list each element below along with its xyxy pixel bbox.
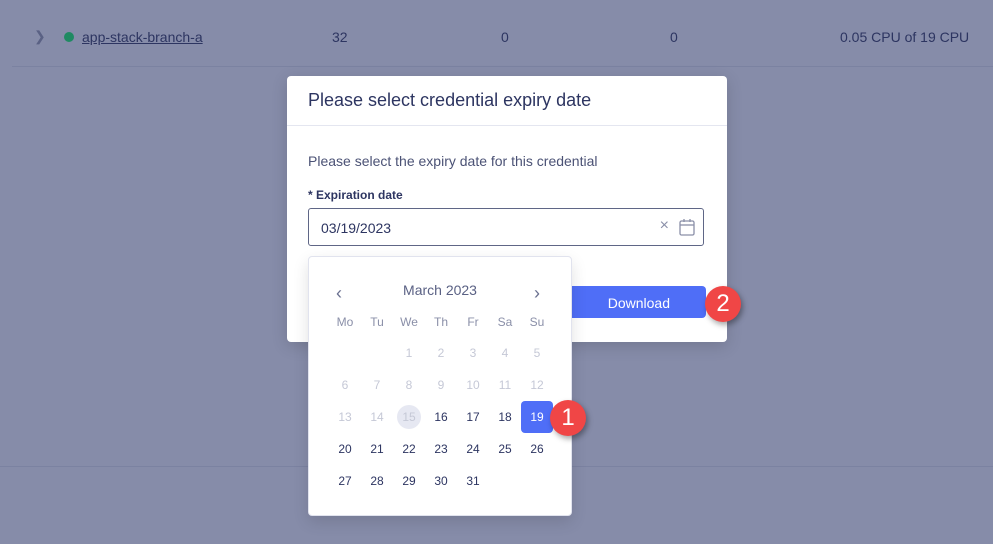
calendar-day[interactable]: 22 — [393, 437, 425, 461]
calendar-day: 9 — [437, 378, 445, 392]
expiration-date-input[interactable]: 03/19/2023 × — [308, 208, 704, 246]
calendar-day: 12 — [530, 378, 544, 392]
expiration-date-label: * Expiration date — [308, 188, 403, 202]
calendar-day: 2 — [437, 346, 445, 360]
next-month-icon[interactable]: › — [534, 283, 540, 304]
calendar-day[interactable]: 30 — [425, 469, 457, 493]
calendar-day: 5 — [533, 346, 541, 360]
modal-description: Please select the expiry date for this c… — [308, 153, 598, 169]
calendar-day[interactable]: 26 — [521, 437, 553, 461]
calendar-day: 1 — [405, 346, 413, 360]
modal-title: Please select credential expiry date — [308, 90, 592, 110]
calendar-day: 10 — [466, 378, 480, 392]
calendar-day[interactable]: 25 — [489, 437, 521, 461]
calendar-day: 8 — [405, 378, 413, 392]
modal-header: Please select credential expiry date — [287, 76, 727, 126]
date-value[interactable]: 03/19/2023 — [321, 220, 391, 236]
calendar-day: 15 — [397, 405, 421, 429]
month-title[interactable]: March 2023 — [309, 282, 571, 298]
weekday-header: Mo Tu We Th Fr Sa Su — [329, 315, 553, 329]
table-row: ❯ app-stack-branch-a 32 0 0 0.05 CPU of … — [12, 0, 993, 67]
date-picker-dropdown: ‹ March 2023 › Mo Tu We Th Fr Sa Su 1234… — [308, 256, 572, 516]
annotation-badge-1: 1 — [550, 400, 586, 436]
calendar-day[interactable]: 27 — [329, 469, 361, 493]
calendar-day: 7 — [373, 378, 381, 392]
calendar-icon[interactable] — [679, 218, 695, 236]
calendar-week: 1 2 3 4 5 — [329, 341, 553, 365]
weekday: Th — [433, 315, 448, 329]
calendar-day[interactable]: 29 — [393, 469, 425, 493]
weekday: Su — [529, 315, 545, 329]
cell-value-b: 0 — [670, 29, 678, 45]
expand-chevron-icon[interactable]: ❯ — [34, 28, 46, 45]
calendar-day-selected[interactable]: 19 — [521, 401, 553, 433]
cell-count: 32 — [332, 29, 348, 45]
calendar-day[interactable]: 31 — [457, 469, 489, 493]
calendar-day[interactable]: 23 — [425, 437, 457, 461]
calendar-week: 6 7 8 9 10 11 12 — [329, 373, 553, 397]
calendar-day[interactable]: 16 — [425, 405, 457, 429]
cell-value-a: 0 — [501, 29, 509, 45]
calendar-day: 13 — [338, 410, 352, 424]
calendar-day: 3 — [469, 346, 477, 360]
calendar-day[interactable]: 18 — [489, 405, 521, 429]
calendar-day: 4 — [501, 346, 509, 360]
calendar-week: 13 14 15 16 17 18 19 — [329, 401, 553, 433]
stack-name-link[interactable]: app-stack-branch-a — [82, 29, 203, 45]
weekday: Fr — [467, 315, 479, 329]
annotation-badge-2: 2 — [705, 286, 741, 322]
cell-cpu: 0.05 CPU of 19 CPU — [840, 29, 970, 45]
calendar-week: 27 28 29 30 31 — [329, 469, 553, 493]
calendar-day[interactable]: 20 — [329, 437, 361, 461]
weekday: Tu — [370, 315, 384, 329]
calendar-day[interactable]: 21 — [361, 437, 393, 461]
calendar-day[interactable]: 28 — [361, 469, 393, 493]
status-dot-icon — [64, 32, 74, 42]
download-credential-button[interactable]: Download Credential — [552, 286, 706, 343]
weekday: Mo — [336, 315, 354, 329]
weekday: Sa — [497, 315, 513, 329]
calendar-week: 20 21 22 23 24 25 26 — [329, 437, 553, 461]
calendar-day: 6 — [341, 378, 349, 392]
weekday: We — [400, 315, 418, 329]
calendar-day[interactable]: 24 — [457, 437, 489, 461]
calendar-day[interactable]: 17 — [457, 405, 489, 429]
calendar-day: 14 — [370, 410, 384, 424]
calendar-day: 11 — [498, 378, 512, 392]
clear-icon[interactable]: × — [660, 217, 669, 235]
